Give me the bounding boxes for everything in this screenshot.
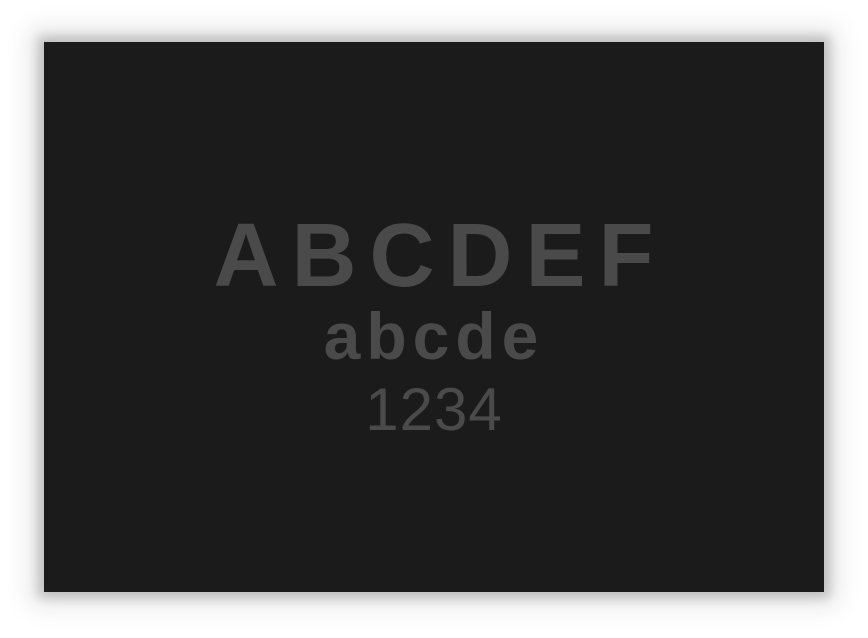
- digits-sample: 1234: [365, 376, 503, 443]
- page: ABCDEF abcde 1234: [0, 0, 868, 638]
- uppercase-sample: ABCDEF: [213, 206, 667, 306]
- lowercase-sample: abcde: [323, 299, 545, 373]
- type-sample-card: ABCDEF abcde 1234: [44, 42, 824, 592]
